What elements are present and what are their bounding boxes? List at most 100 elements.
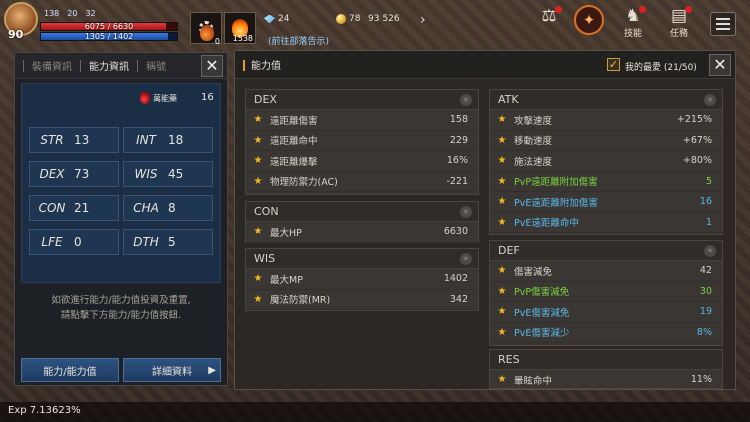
row-label: PvE遠距離命中 [514,218,579,230]
stat-row: ★ PvP遠距離附加傷害 5 [490,172,722,192]
stat-cha[interactable]: CHA 8 [123,195,213,221]
stat-wis[interactable]: WIS 45 [123,161,213,187]
row-value: +67% [682,134,712,146]
star-icon[interactable]: ★ [246,226,270,237]
section-def: DEF ★ ★ 傷害減免 42 ★ PvP傷害減免 30 ★ PvE傷害減免 19 ★ PvE… [489,240,723,346]
potion-slot[interactable]: 0 [192,14,222,46]
star-icon[interactable]: ★ [246,155,270,166]
section-title-text: DEF [498,244,520,257]
row-value: +80% [682,155,712,167]
tab-title[interactable]: 稱號 [138,53,174,78]
star-icon[interactable]: ★ [490,176,514,187]
star-icon[interactable]: ★ [246,273,270,284]
panel-header: 能力值 ✓ 我的最愛 (21/50) ✕ [235,51,735,79]
section-title-text: RES [498,353,520,366]
star-icon[interactable]: ★ [490,265,514,276]
info-tabs: 裝備資訊 能力資訊 稱號 ✕ [15,53,227,79]
title-accent-bar [243,60,245,71]
star-icon[interactable]: ★ [490,374,514,385]
detail-button-label: 詳細資料 [152,366,192,378]
mp-bar: 1305 / 1402 [40,32,178,41]
stat-name: CON [38,201,66,215]
star-icon[interactable]: ★ [246,176,270,187]
row-value: +215% [676,114,712,126]
star-icon[interactable]: ★ [246,294,270,305]
star-icon[interactable]: ★ [490,327,514,338]
hp-bar: 6075 / 6630 [40,22,178,31]
star-icon[interactable]: ★ [490,135,514,146]
ability-button-label: 能力/能力值 [43,366,97,378]
stats-detail-panel: 能力值 ✓ 我的最愛 (21/50) ✕ DEX ★ ★ 遠距離傷害 158 ★ 遠距… [234,50,736,390]
section-title-text: ATK [498,93,519,106]
star-icon[interactable]: ★ [490,196,514,207]
main-menu-button[interactable] [710,12,736,36]
detail-button[interactable]: 詳細資料 ▶ [123,358,221,382]
row-value: 5 [705,175,712,187]
stat-row: ★ 最大HP 6630 [246,222,478,243]
stat-row: ★ 遠距離爆擊 16% [246,151,478,172]
stat-value: 21 [74,201,90,215]
star-icon[interactable]: ★ [246,135,270,146]
tab-ability[interactable]: 能力資訊 [81,53,137,78]
quests-button[interactable]: ▤ 任務 [664,6,694,39]
star-icon[interactable]: ★ [246,114,270,125]
stat-int[interactable]: INT 18 [123,127,213,153]
stat-row: ★ 物理防禦力(AC) -221 [246,172,478,192]
stat-dex[interactable]: DEX 73 [29,161,119,187]
section-title: WIS ★ [246,249,478,269]
skill-slot[interactable]: 1538 [224,12,256,44]
row-label: PvE傷害減免 [514,307,570,319]
favorite-star-icon[interactable]: ★ [460,94,472,106]
potion-icon [200,25,214,41]
star-icon[interactable]: ★ [490,114,514,125]
favorite-star-icon[interactable]: ★ [704,94,716,106]
character-level: 90 [8,28,24,41]
notification-dot [685,6,692,13]
tab-equipment[interactable]: 裝備資訊 [24,53,80,78]
expand-arrow-icon[interactable]: › [420,12,426,28]
section-title-text: CON [254,205,279,218]
ticket-currency: 93 526 [368,14,400,24]
star-icon[interactable]: ★ [490,286,514,297]
stat-name: CHA [133,201,159,215]
ability-button[interactable]: 能力/能力值 [21,358,119,382]
row-label: 魔法防禦(MR) [270,295,331,307]
stat-str[interactable]: STR 13 [29,127,119,153]
stat-value: 0 [74,235,82,249]
favorite-star-icon[interactable]: ★ [460,253,472,265]
favorites-checkbox[interactable]: ✓ [607,58,620,71]
close-button[interactable]: ✕ [709,54,731,76]
favorite-star-icon[interactable]: ★ [704,245,716,257]
row-value: 1 [705,216,712,228]
favorite-star-icon[interactable]: ★ [460,206,472,218]
row-label: 攻擊速度 [514,115,553,127]
close-button[interactable]: ✕ [201,55,223,77]
section-title: DEF ★ [490,241,722,261]
skills-button[interactable]: ♞ 技能 [618,6,648,39]
stat-dth[interactable]: DTH 5 [123,229,213,255]
star-icon[interactable]: ★ [490,306,514,317]
row-label: PvP傷害減免 [514,287,570,299]
stat-con[interactable]: CON 21 [29,195,119,221]
close-icon: ✕ [205,56,219,75]
section-title: DEX ★ [246,90,478,110]
star-icon[interactable]: ★ [490,155,514,166]
exp-text: Exp 7.13623% [8,405,81,416]
hint-line: 請點擊下方能力/能力值按鈕. [60,310,182,321]
row-label: 施法速度 [514,156,553,168]
row-value: 30 [699,285,712,297]
menu-icon-line [716,23,730,25]
event-button[interactable]: ✦ [574,5,604,35]
menu-icon-line [716,18,730,20]
stat-value: 45 [168,167,184,181]
stat-row: ★ PvE傷害減少 8% [490,323,722,343]
section-res: RES ★ 暈眩命中 11% [489,349,723,389]
bag-button[interactable]: ⚖ [534,6,564,36]
quest-tracker[interactable]: (前往部落告示) [268,34,329,47]
stat-lfe[interactable]: LFE 0 [29,229,119,255]
hud-stat-b: 20 [67,9,78,18]
row-label: 移動速度 [514,136,553,148]
section-con: CON ★ ★ 最大HP 6630 [245,201,479,243]
coin-value: 78 [349,14,361,24]
star-icon[interactable]: ★ [490,217,514,228]
